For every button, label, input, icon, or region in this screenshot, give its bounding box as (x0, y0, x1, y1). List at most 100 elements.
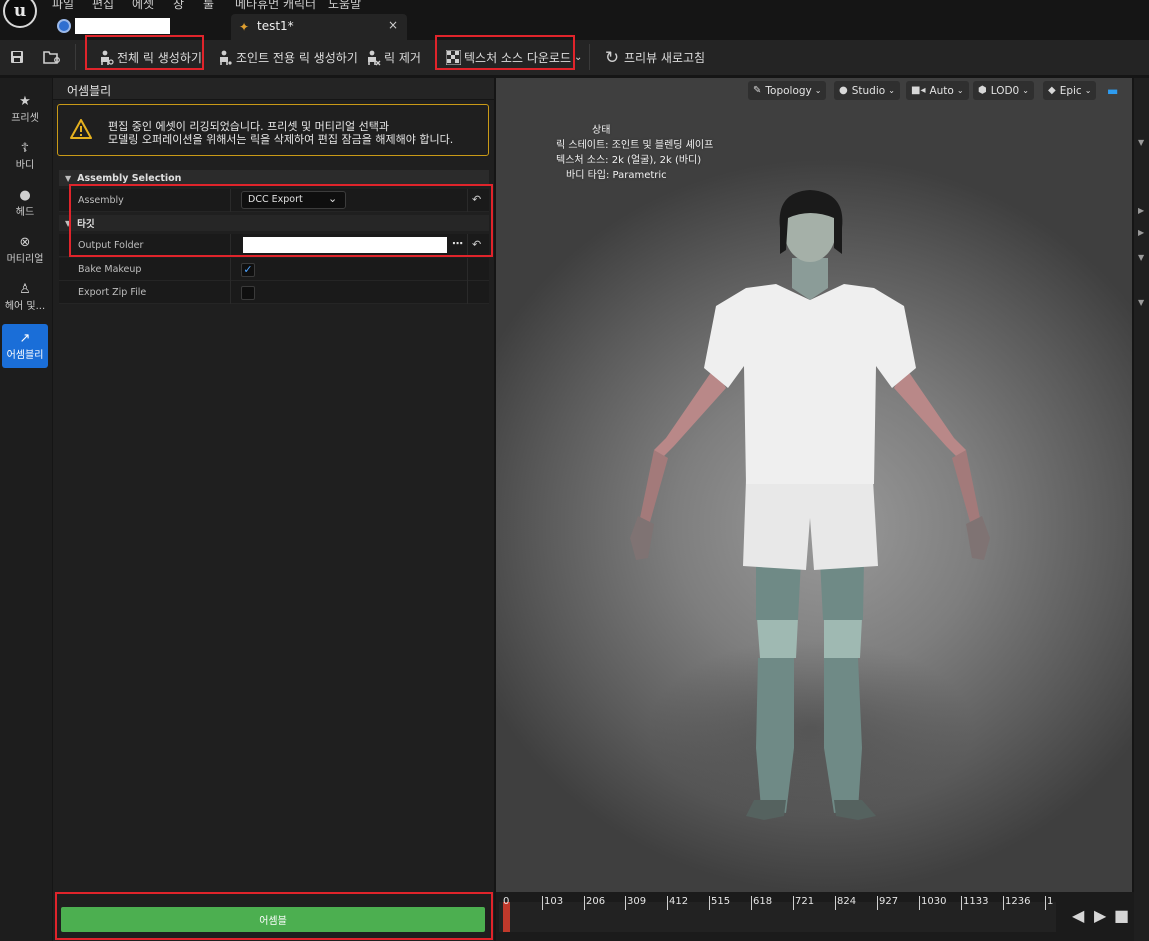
refresh-preview-button[interactable]: ↻ 프리뷰 새로고침 (603, 40, 705, 75)
save-button[interactable] (9, 40, 28, 75)
camera-icon: ■◂ (911, 85, 926, 96)
assemble-button[interactable]: 어셈블 (61, 907, 485, 932)
nav-item-label: 머티리얼 (6, 254, 44, 265)
chevron-down-icon: ⌄ (888, 86, 895, 95)
star-icon: ★ (19, 94, 31, 109)
character-preview-viewport[interactable]: ✎ Topology ⌄ ● Studio ⌄ ■◂ Auto ⌄ ⬢ LOD0… (496, 78, 1132, 892)
create-full-rig-button[interactable]: 전체 릭 생성하기 (98, 40, 202, 75)
nav-item-body[interactable]: ☦ 바디 (2, 134, 48, 178)
play-icon[interactable]: ▶ (1094, 906, 1106, 925)
stop-icon[interactable]: ■ (1114, 906, 1129, 925)
chevron-down-icon: ▼ (65, 218, 72, 228)
hair-icon: ♙ (19, 282, 31, 297)
brush-icon: ✎ (753, 85, 762, 96)
tick-mark (877, 896, 878, 910)
browse-button[interactable] (43, 40, 62, 75)
timeline-tick: 1133 (963, 896, 989, 907)
create-full-rig-label: 전체 릭 생성하기 (117, 51, 202, 65)
timeline-tick: 927 (879, 896, 899, 907)
property-row-assembly: Assembly DCC Export ⌄ ↶ (59, 189, 489, 212)
hammer-icon: ↗ (19, 331, 31, 346)
chevron-down-icon: ⌄ (1084, 86, 1092, 95)
chevron-down-icon: ⌄ (956, 86, 964, 95)
nav-item-preset[interactable]: ★ 프리셋 (2, 87, 48, 131)
tick-mark (751, 896, 752, 910)
chevron-down-icon[interactable]: ▼ (1138, 138, 1144, 147)
tab-test1[interactable]: ✦ test1* × (231, 14, 407, 41)
status-title: 상태 (592, 125, 611, 136)
browse-folder-icon[interactable]: ⋯ (452, 237, 463, 250)
nav-item-label: 헤드 (15, 207, 35, 218)
section-assembly-selection[interactable]: ▼ Assembly Selection (59, 170, 489, 186)
section-target[interactable]: ▼ 타깃 (59, 215, 489, 231)
create-joint-rig-button[interactable]: 조인트 전용 릭 생성하기 (217, 40, 358, 75)
chevron-down-icon: ⌄ (328, 192, 338, 205)
reset-to-default-icon[interactable]: ↶ (472, 193, 481, 206)
topology-label: Topology (765, 84, 812, 97)
panel-header: 어셈블리 (53, 78, 494, 100)
nav-item-label: 어셈블리 (6, 350, 44, 361)
camera-label: Auto (929, 84, 954, 97)
menu-edit[interactable]: 편집 (92, 0, 114, 12)
menu-window[interactable]: 창 (173, 0, 184, 12)
timeline-tick: 0 (503, 896, 510, 907)
menu-file[interactable]: 파일 (52, 0, 74, 12)
nav-item-assembly[interactable]: ↗ 어셈블리 (2, 324, 48, 368)
project-name-redacted[interactable] (75, 18, 170, 34)
column-divider (230, 234, 231, 257)
nav-item-head[interactable]: ● 헤드 (2, 181, 48, 225)
nav-item-material[interactable]: ⊗ 머티리얼 (2, 228, 48, 272)
light-bulb-icon: ● (839, 85, 848, 96)
tick-mark (667, 896, 668, 910)
topology-dropdown[interactable]: ✎ Topology ⌄ (748, 81, 827, 100)
chevron-down-icon: ⌄ (1022, 86, 1029, 95)
chevron-down-icon[interactable]: ▼ (1138, 253, 1144, 262)
close-icon[interactable]: × (388, 18, 398, 32)
camera-dropdown[interactable]: ■◂ Auto ⌄ (906, 81, 969, 100)
gem-icon: ◆ (1048, 85, 1056, 96)
chevron-right-icon[interactable]: ▶ (1138, 228, 1144, 237)
left-category-nav: ★ 프리셋 ☦ 바디 ● 헤드 ⊗ 머티리얼 ♙ 헤어 및... ↗ 어셈블리 (0, 78, 52, 941)
nav-item-label: 헤어 및... (4, 301, 46, 312)
property-row-bake-makeup: Bake Makeup ✓ (59, 258, 489, 281)
metahuman-editor-window: 파일 편집 에셋 창 툴 메타휴먼 캐릭터 도움말 u ✦ test1* × 전… (0, 0, 1149, 941)
keyboard-icon[interactable]: ▬ (1107, 84, 1118, 98)
timeline-tick: 412 (669, 896, 689, 907)
assembly-dropdown-value: DCC Export (248, 194, 303, 205)
export-zip-checkbox[interactable] (241, 286, 255, 300)
menu-metahuman-character[interactable]: 메타휴먼 캐릭터 (235, 0, 316, 12)
timeline-tick: 618 (753, 896, 773, 907)
property-row-output-folder: Output Folder ⋯ ↶ (59, 234, 489, 257)
bake-makeup-checkbox[interactable]: ✓ (241, 263, 255, 277)
output-folder-input[interactable] (243, 237, 447, 253)
checkmark-icon: ✓ (243, 263, 253, 276)
status-body-type: 바디 타입: Parametric (566, 170, 667, 181)
assembly-dropdown[interactable]: DCC Export ⌄ (241, 191, 346, 209)
folder-search-icon (43, 50, 60, 66)
play-reverse-icon[interactable]: ◀ (1072, 906, 1084, 925)
lighting-dropdown[interactable]: ● Studio ⌄ (834, 81, 900, 100)
quality-dropdown[interactable]: ◆ Epic ⌄ (1043, 81, 1097, 100)
remove-rig-button[interactable]: 릭 제거 (365, 40, 421, 75)
bake-makeup-label: Bake Makeup (78, 264, 142, 275)
menu-tools[interactable]: 툴 (203, 0, 214, 12)
chevron-down-icon[interactable]: ▼ (1138, 298, 1144, 307)
chevron-right-icon[interactable]: ▶ (1138, 206, 1144, 215)
nav-item-hair[interactable]: ♙ 헤어 및... (2, 275, 48, 319)
menu-asset[interactable]: 에셋 (132, 0, 154, 12)
lod-dropdown[interactable]: ⬢ LOD0 ⌄ (973, 81, 1034, 100)
download-texture-source-button[interactable]: 텍스처 소스 다운로드 ⌄ (445, 40, 582, 75)
tick-mark (1045, 896, 1046, 910)
timeline-tick: 1236 (1005, 896, 1031, 907)
chevron-down-icon: ▼ (65, 173, 72, 183)
menu-help[interactable]: 도움말 (328, 0, 361, 12)
tick-mark (625, 896, 626, 910)
chevron-down-icon: ⌄ (814, 86, 822, 95)
tab-strip (0, 14, 1149, 40)
reset-to-default-icon[interactable]: ↶ (472, 238, 481, 251)
lighting-label: Studio (851, 84, 886, 97)
tick-mark (961, 896, 962, 910)
refresh-preview-label: 프리뷰 새로고침 (624, 51, 706, 65)
column-divider (467, 189, 468, 212)
rig-joint-icon (217, 50, 233, 66)
